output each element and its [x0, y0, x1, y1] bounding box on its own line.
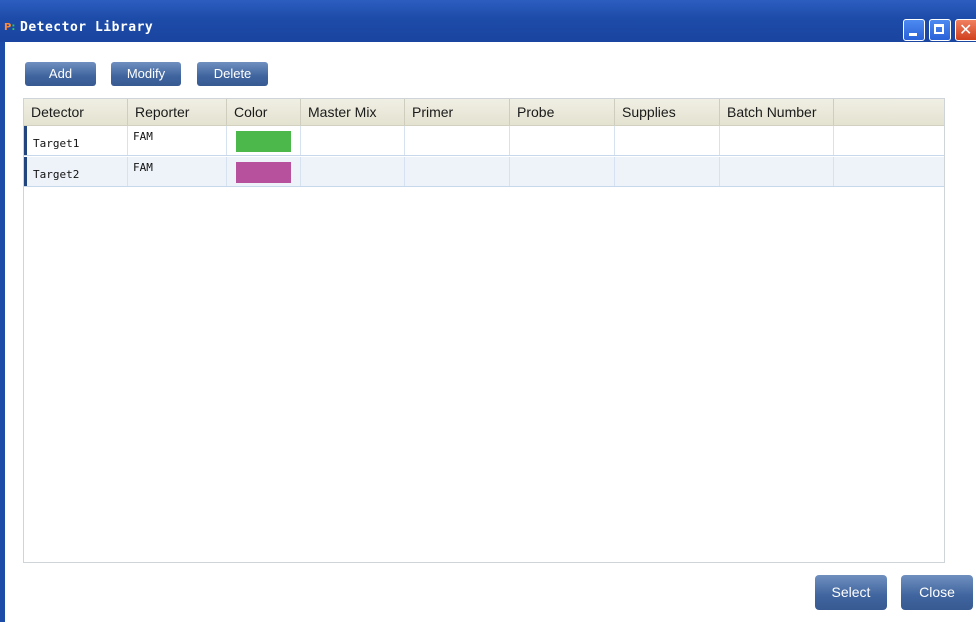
cell-master-mix — [301, 126, 405, 155]
column-header-probe[interactable]: Probe — [510, 99, 615, 125]
table-row[interactable]: Target2 FAM — [24, 157, 944, 187]
cell-color — [227, 157, 301, 186]
title-bar[interactable]: P: Detector Library ✕ — [0, 0, 976, 42]
cell-master-mix — [301, 157, 405, 186]
close-button[interactable]: Close — [901, 575, 973, 610]
cell-batch-number — [720, 157, 834, 186]
cell-reporter: FAM — [128, 157, 227, 186]
column-header-color[interactable]: Color — [227, 99, 301, 125]
column-header-reporter[interactable]: Reporter — [128, 99, 227, 125]
detector-table[interactable]: Detector Reporter Color Master Mix Prime… — [23, 98, 945, 563]
maximize-icon — [934, 24, 944, 34]
detector-library-window: P: Detector Library ✕ Add Modify Delete … — [0, 0, 976, 622]
delete-button[interactable]: Delete — [197, 62, 268, 86]
column-header-primer[interactable]: Primer — [405, 99, 510, 125]
color-swatch[interactable] — [236, 131, 291, 152]
modify-button[interactable]: Modify — [111, 62, 181, 86]
column-header-master-mix[interactable]: Master Mix — [301, 99, 405, 125]
table-header: Detector Reporter Color Master Mix Prime… — [24, 99, 944, 126]
window-left-border — [0, 42, 5, 622]
cell-reporter: FAM — [128, 126, 227, 155]
select-button[interactable]: Select — [815, 575, 887, 610]
cell-primer — [405, 126, 510, 155]
color-swatch[interactable] — [236, 162, 291, 183]
add-button[interactable]: Add — [25, 62, 96, 86]
cell-batch-number — [720, 126, 834, 155]
column-header-batch-number[interactable]: Batch Number — [720, 99, 834, 125]
cell-probe — [510, 126, 615, 155]
cell-detector: Target1 — [24, 126, 128, 155]
table-row[interactable]: Target1 FAM — [24, 126, 944, 156]
column-header-supplies[interactable]: Supplies — [615, 99, 720, 125]
column-header-detector[interactable]: Detector — [24, 99, 128, 125]
cell-probe — [510, 157, 615, 186]
cell-primer — [405, 157, 510, 186]
cell-supplies — [615, 157, 720, 186]
cell-supplies — [615, 126, 720, 155]
window-title: Detector Library — [20, 20, 154, 35]
close-icon: ✕ — [959, 20, 973, 39]
close-window-button[interactable]: ✕ — [955, 19, 976, 41]
maximize-button[interactable] — [929, 19, 951, 41]
minimize-icon — [909, 33, 917, 36]
cell-detector: Target2 — [24, 157, 128, 186]
minimize-button[interactable] — [903, 19, 925, 41]
cell-color — [227, 126, 301, 155]
app-logo-icon: P: — [4, 22, 16, 33]
